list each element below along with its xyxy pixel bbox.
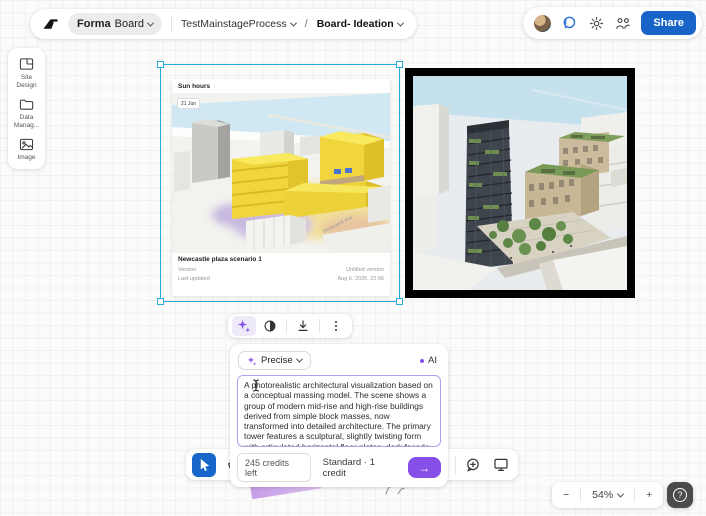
chevron-down-icon [147,19,154,26]
resize-handle-bottom-right[interactable] [396,298,403,305]
sparkles-icon [247,356,257,366]
top-left-bar: Forma Board TestMainstageProcess / Board… [30,9,417,39]
more-options-button[interactable] [324,316,348,336]
gear-icon[interactable] [587,14,605,32]
sun-card-title: Sun hours [172,79,390,93]
date-badge: 21 Jun [177,98,200,109]
download-button[interactable] [291,316,315,336]
sun-analysis-render: Brunswick Ave [172,93,390,253]
resize-handle-bottom-left[interactable] [157,298,164,305]
ai-badge: AI [420,355,440,366]
prompt-text: A photorealistic architectural visualiza… [244,380,433,447]
collaborators-icon[interactable] [614,14,632,32]
sidebar-item-label: Image [17,154,35,162]
chevron-down-icon [290,19,297,26]
help-button[interactable]: ? [667,482,693,508]
ai-mode-dropdown[interactable]: Precise [238,351,311,370]
site-design-icon [19,57,34,71]
avatar[interactable] [534,15,551,32]
credits-remaining: 245 credits left [237,453,311,482]
app-switcher[interactable]: Forma Board [68,13,162,35]
question-mark-icon: ? [673,488,687,502]
project-name: TestMainstageProcess [181,18,287,30]
board-name: Board- Ideation [317,18,394,30]
left-toolbox: Site Design Data Manag... Image [8,48,45,169]
divider [171,16,172,32]
breadcrumb-project[interactable]: TestMainstageProcess [181,18,296,30]
sidebar-item-label: Site Design [10,74,43,89]
photorealistic-render [413,76,627,290]
canvas[interactable]: Forma Board TestMainstageProcess / Board… [0,0,706,516]
updated-value: Aug 6, 2025, 22:06 [338,276,384,282]
app-name-regular: Board [115,18,144,30]
generate-submit-button[interactable]: → [408,457,441,478]
ai-prompt-panel: Precise AI A photorealistic architectura… [230,344,448,487]
comment-plus-icon [465,457,481,473]
presentation-screen-icon [493,457,509,472]
breadcrumb-board[interactable]: Board- Ideation [317,18,403,30]
resize-handle-top-right[interactable] [396,61,403,68]
zoom-level-value: 54% [592,489,613,501]
share-button[interactable]: Share [641,11,696,35]
sidebar-item-site-design[interactable]: Site Design [10,57,43,89]
object-toolbar [228,314,352,338]
chevron-down-icon [617,490,624,497]
sidebar-item-image[interactable]: Image [10,138,43,162]
ai-mode-label: Precise [261,355,293,366]
kebab-menu-icon [329,319,343,333]
folder-icon [19,98,34,111]
cursor-arrow-icon [198,458,211,472]
compare-button[interactable] [258,316,282,336]
comments-icon[interactable] [560,14,578,32]
zoom-controls: − 54% + [552,482,663,508]
app-name-bold: Forma [77,18,111,30]
sparkles-icon [237,319,251,333]
tier-cost-label: Standard · 1 credit [323,457,400,479]
image-icon [19,138,34,151]
minus-icon: − [563,489,569,501]
updated-label: Last updated [178,276,210,282]
download-icon [296,319,310,333]
divider [286,319,287,333]
zoom-out-button[interactable]: − [552,482,580,508]
autodesk-logo-icon [41,15,59,33]
chevron-down-icon [296,356,303,363]
top-right-bar: Share [523,7,702,39]
ai-dot-icon [420,359,424,363]
plus-icon: + [646,489,652,501]
ai-badge-label: AI [428,355,437,366]
sun-analysis-image: Brunswick Ave 21 Jun [172,93,390,253]
zoom-level-dropdown[interactable]: 54% [581,482,634,508]
breadcrumb-separator: / [305,18,308,30]
zoom-in-button[interactable]: + [635,482,663,508]
sidebar-item-label: Data Manag... [10,114,43,129]
contrast-icon [263,319,277,333]
ibeam-cursor-icon [252,379,260,392]
divider [455,456,456,474]
select-tool-button[interactable] [192,453,216,477]
resize-handle-top-left[interactable] [157,61,164,68]
version-value: Untitled version [346,267,384,273]
chevron-down-icon [397,19,404,26]
divider [319,319,320,333]
present-button[interactable] [490,454,512,476]
sidebar-item-data-management[interactable]: Data Manag... [10,98,43,129]
add-comment-button[interactable] [462,454,484,476]
render-image[interactable] [405,68,635,298]
prompt-textarea[interactable]: A photorealistic architectural visualiza… [237,375,441,447]
version-label: Version [178,267,196,273]
scenario-name: Newcastle plaza scenario 1 [178,256,384,263]
ai-generate-button[interactable] [232,316,256,336]
sun-hours-card[interactable]: Sun hours [172,79,390,296]
